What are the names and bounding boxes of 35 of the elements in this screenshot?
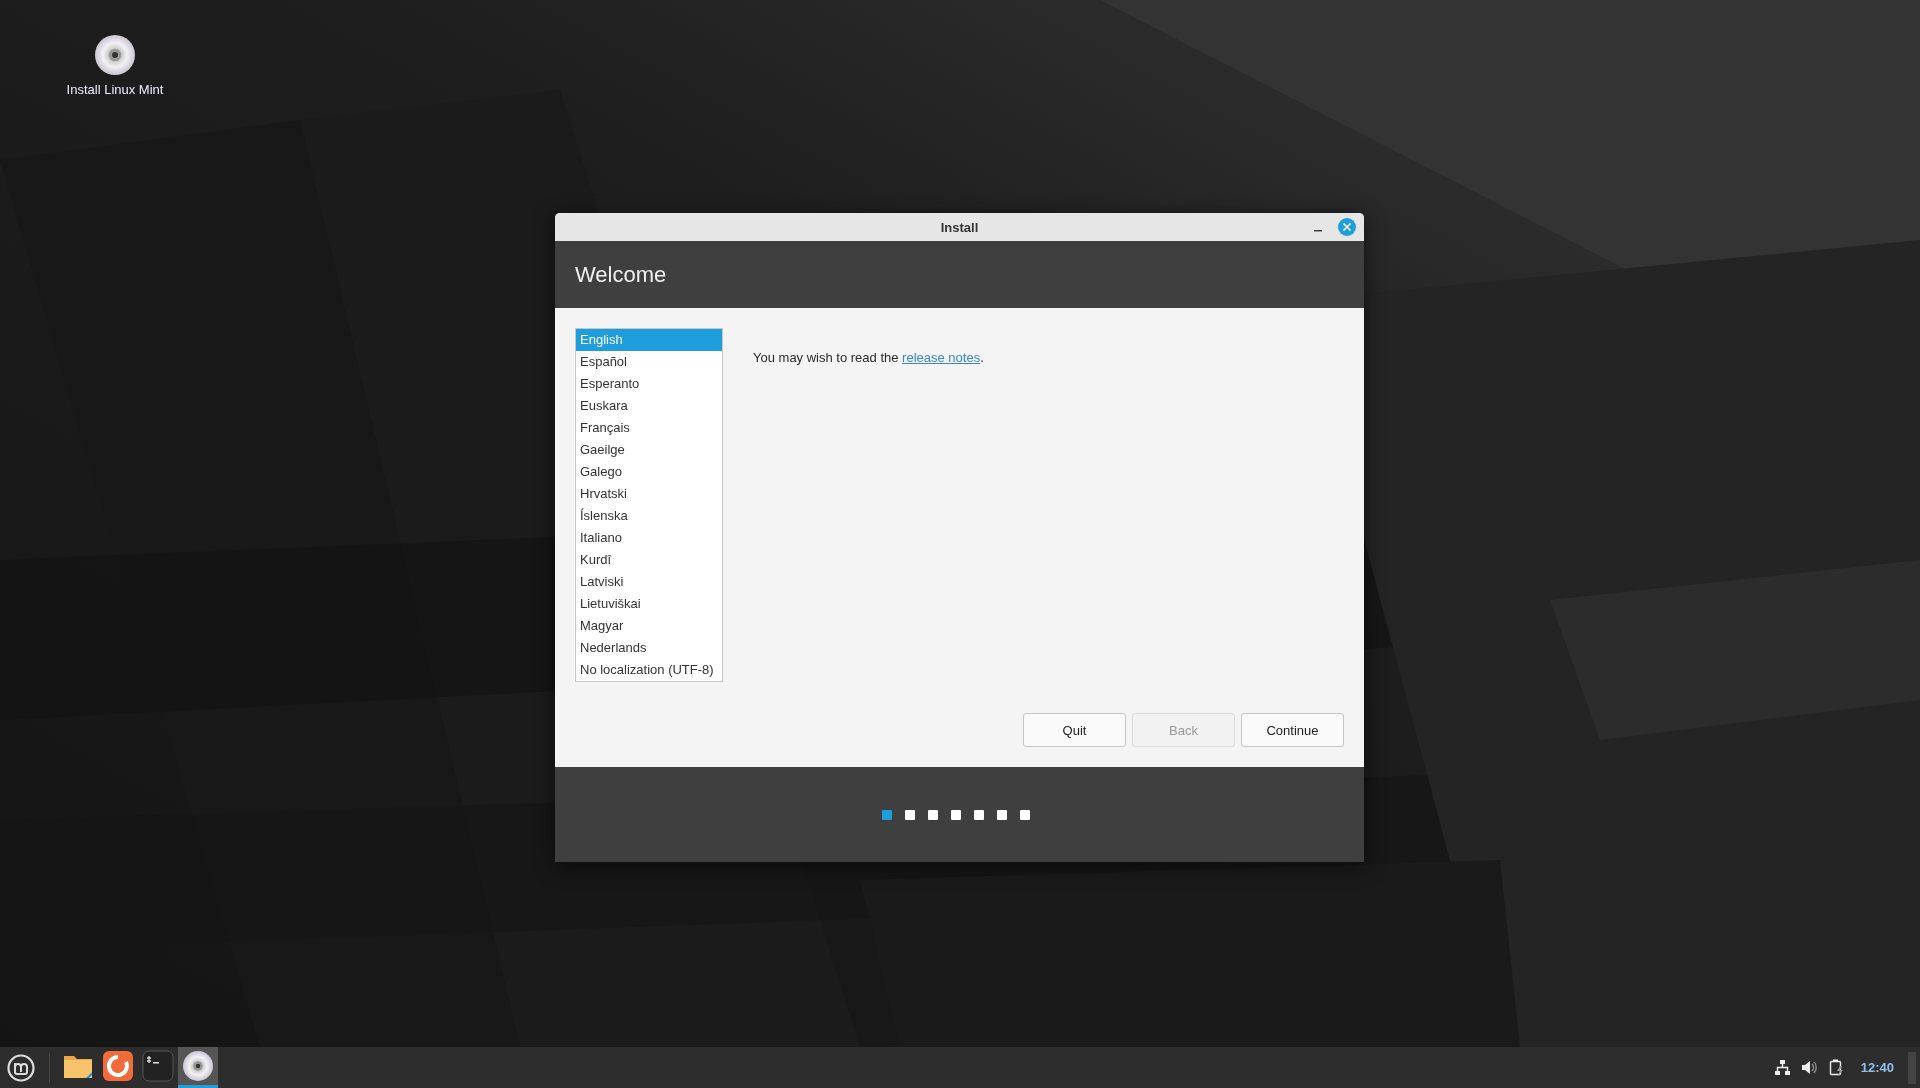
language-item[interactable]: Latviski xyxy=(576,571,722,593)
page-heading: Welcome xyxy=(575,261,667,288)
icon-label: Install Linux Mint xyxy=(66,82,164,97)
logo-icon xyxy=(6,1052,36,1083)
disc-icon xyxy=(94,34,136,76)
language-item[interactable]: Nederlands xyxy=(576,637,722,659)
language-item[interactable]: Kurdî xyxy=(576,549,722,571)
desktop-icon[interactable]: Install Linux Mint xyxy=(52,34,178,97)
network-icon[interactable] xyxy=(1773,1059,1791,1076)
battery-icon[interactable] xyxy=(1827,1058,1845,1077)
window-title: Install xyxy=(940,219,979,235)
terminal-icon xyxy=(142,1050,174,1082)
browser-icon xyxy=(102,1050,134,1082)
clock[interactable]: 12:40 xyxy=(1860,1060,1894,1075)
volume-icon[interactable] xyxy=(1800,1059,1818,1076)
language-item[interactable]: No localization (UTF-8) xyxy=(576,659,722,681)
language-item[interactable]: Esperanto xyxy=(576,373,722,395)
language-item[interactable]: Galego xyxy=(576,461,722,483)
language-item[interactable]: Lietuviškai xyxy=(576,593,722,615)
close-button[interactable] xyxy=(1338,218,1356,236)
dialog-button[interactable]: Quit xyxy=(1023,713,1126,747)
language-item[interactable]: Hrvatski xyxy=(576,483,722,505)
language-item[interactable]: Magyar xyxy=(576,615,722,637)
language-item[interactable]: Gaeilge xyxy=(576,439,722,461)
language-item[interactable]: Euskara xyxy=(576,395,722,417)
language-item[interactable]: Español xyxy=(576,351,722,373)
language-item[interactable]: Íslenska xyxy=(576,505,722,527)
taskbar-launcher[interactable] xyxy=(178,1047,218,1088)
close-icon xyxy=(1342,222,1352,232)
language-item[interactable]: Italiano xyxy=(576,527,722,549)
dialog-button[interactable]: Continue xyxy=(1241,713,1344,747)
minimize-icon xyxy=(1314,230,1322,232)
disc-icon xyxy=(182,1050,214,1082)
language-item[interactable]: Français xyxy=(576,417,722,439)
message-text: You may wish to read the release notes. xyxy=(753,350,984,365)
